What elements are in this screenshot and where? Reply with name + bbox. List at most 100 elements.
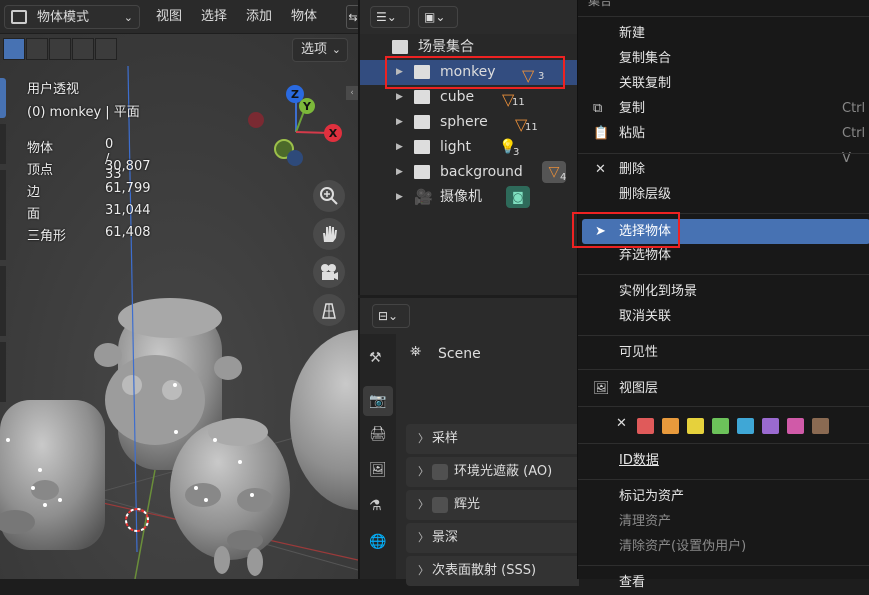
panel-label: 采样 (432, 431, 459, 446)
mode-selector[interactable]: 物体模式 ⌄ (4, 5, 140, 29)
select-extend-icon[interactable] (26, 38, 48, 60)
chevron-down-icon: ⌄ (331, 43, 341, 56)
render-properties-icon[interactable]: 📷 (363, 386, 393, 416)
collection-icon (414, 65, 430, 79)
menu-item-mark-as-asset[interactable]: 标记为资产 (578, 484, 869, 509)
options-dropdown[interactable]: 选项 ⌄ (292, 38, 348, 62)
menu-item-delete[interactable]: ✕ 删除 (578, 157, 869, 182)
stat-row: 三角形 61,408 (27, 225, 151, 244)
active-object-label: (0) monkey | 平面 (27, 105, 140, 120)
gizmo-y-label: Y (302, 100, 312, 113)
perspective-grid-icon[interactable] (313, 294, 345, 326)
scene-properties-icon[interactable]: ⚗ (369, 498, 382, 514)
panel-label: 景深 (432, 530, 459, 545)
select-new-icon[interactable] (3, 38, 25, 60)
menu-item-select-objects[interactable]: ➤ 选择物体 (582, 219, 869, 244)
menu-item-duplicate-collection[interactable]: 复制集合 (578, 46, 869, 71)
stat-row: 边 61,799 (27, 181, 151, 200)
collection-icon (414, 115, 430, 129)
toolbar-tab[interactable] (0, 124, 6, 164)
toolbar-tab[interactable] (0, 342, 6, 402)
color-tag-brown-icon[interactable] (812, 418, 829, 434)
zoom-icon[interactable] (313, 180, 345, 212)
menu-item-clear-asset: 清理资产 (619, 514, 672, 529)
menu-item-view[interactable]: 查看 (578, 570, 869, 595)
menu-item-copy[interactable]: ⧉ 复制 Ctrl (578, 96, 869, 121)
expand-icon[interactable]: ▶ (396, 60, 403, 85)
panel-label: 环境光遮蔽 (AO) (454, 464, 553, 479)
enable-checkbox[interactable] (432, 497, 448, 513)
expand-icon[interactable]: ▶ (396, 85, 403, 110)
row-label: monkey (440, 64, 496, 80)
color-tag-green-icon[interactable] (712, 418, 729, 434)
menu-item-delete-hierarchy[interactable]: 删除层级 (578, 182, 869, 207)
row-label: cube (440, 89, 475, 105)
menu-item-paste[interactable]: 📋 粘贴 Ctrl V (578, 121, 869, 166)
outliner-row-background[interactable]: ▶ background ▽ 4 (360, 160, 579, 185)
outliner-row-light[interactable]: ▶ light 💡 3 (360, 135, 579, 160)
world-properties-icon[interactable]: 🌐 (369, 534, 386, 550)
object-mode-icon (11, 10, 27, 24)
menu-view[interactable]: 视图 (156, 5, 182, 29)
menu-object[interactable]: 物体 (291, 5, 317, 29)
enable-checkbox[interactable] (432, 464, 448, 480)
sidebar-toggle-icon[interactable]: ‹ (346, 86, 358, 100)
view-name: 用户透视 (27, 82, 80, 97)
panel-sampling[interactable]: 〉采样 (406, 424, 579, 454)
expand-icon[interactable]: ▶ (396, 160, 403, 185)
context-menu: 集合 新建 复制集合 关联复制 ⧉ 复制 Ctrl 📋 粘贴 Ctrl V ✕ 删除 删除… (577, 0, 869, 590)
color-tag-blue-icon[interactable] (737, 418, 754, 434)
filter-image-dropdown[interactable]: ▣⌄ (418, 6, 458, 28)
color-tag-red-icon[interactable] (637, 418, 654, 434)
expand-icon[interactable]: ▶ (396, 110, 403, 135)
outliner-row-camera[interactable]: ▶ 🎥 摄像机 ◙ (360, 185, 579, 210)
view-layer-icon[interactable]: 🖼 (369, 462, 387, 478)
color-tag-yellow-icon[interactable] (687, 418, 704, 434)
outliner-row-sphere[interactable]: ▶ sphere ▽ 11 (360, 110, 579, 135)
properties-editor: ⊟⌄ ⚒ 📷 🖨 🖼 ⚗ 🌐 ⛯ Scene 〉采样 〉环境光遮蔽 (AO) 〉… (358, 298, 579, 586)
clear-color-tag-icon[interactable]: ✕ (616, 416, 627, 431)
editor-type-dropdown[interactable]: ⊟⌄ (372, 304, 410, 328)
menu-add[interactable]: 添加 (246, 5, 272, 29)
pan-hand-icon[interactable] (313, 218, 345, 250)
toolbar-tab[interactable] (0, 266, 6, 336)
panel-bloom[interactable]: 〉辉光 (406, 490, 579, 520)
collection-icon (414, 90, 430, 104)
toolbar-tab[interactable] (0, 170, 6, 260)
camera-view-icon[interactable] (313, 256, 345, 288)
menu-item-new[interactable]: 新建 (578, 21, 869, 46)
scene-collection-row[interactable]: 场景集合 (360, 35, 579, 60)
toolbar-tab-active[interactable] (0, 78, 6, 118)
menu-item-instance-to-scene[interactable]: 实例化到场景 (578, 279, 869, 304)
outliner-row-monkey[interactable]: ▶ monkey ▽ 3 (360, 60, 579, 85)
menu-item-deselect-objects[interactable]: 弃选物体 (578, 243, 869, 268)
3d-viewport[interactable]: 物体模式 ⌄ 视图 选择 添加 物体 ⇆ 选项 ⌄ 用户透视 (0) monke… (0, 0, 358, 579)
expand-icon[interactable]: ▶ (396, 185, 403, 210)
axis-gizmo[interactable]: Z Y X (240, 80, 350, 175)
menu-item-visibility[interactable]: 可见性 (578, 340, 869, 365)
tool-settings-icon[interactable]: ⚒ (369, 350, 382, 366)
menu-item-unlink[interactable]: 取消关联 (578, 304, 869, 329)
outliner: ☰⌄ ▣⌄ 场景集合 ▶ monkey ▽ 3 ▶ cube ▽ 11 ▶ sp… (358, 0, 579, 295)
menu-item-id-data[interactable]: ID数据 (578, 448, 869, 473)
panel-ambient-occlusion[interactable]: 〉环境光遮蔽 (AO) (406, 457, 579, 487)
display-mode-dropdown[interactable]: ☰⌄ (370, 6, 410, 28)
panel-subsurface-scattering[interactable]: 〉次表面散射 (SSS) (406, 556, 579, 586)
select-invert-icon[interactable] (72, 38, 94, 60)
color-tag-violet-icon[interactable] (762, 418, 779, 434)
chevron-down-icon: ⌄ (123, 11, 133, 24)
outliner-row-cube[interactable]: ▶ cube ▽ 11 (360, 85, 579, 110)
menu-item-view-layer[interactable]: 🖼 视图层 (578, 376, 869, 401)
menu-item-duplicate-linked[interactable]: 关联复制 (578, 71, 869, 96)
transform-orientation-icon[interactable]: ⇆ (346, 5, 358, 29)
select-intersect-icon[interactable] (95, 38, 117, 60)
menu-select[interactable]: 选择 (201, 5, 227, 29)
stat-row: 顶点 30,807 (27, 159, 151, 178)
row-label: background (440, 164, 523, 180)
expand-icon[interactable]: ▶ (396, 135, 403, 160)
select-subtract-icon[interactable] (49, 38, 71, 60)
color-tag-orange-icon[interactable] (662, 418, 679, 434)
panel-depth-of-field[interactable]: 〉景深 (406, 523, 579, 553)
color-tag-pink-icon[interactable] (787, 418, 804, 434)
output-properties-icon[interactable]: 🖨 (369, 426, 387, 442)
